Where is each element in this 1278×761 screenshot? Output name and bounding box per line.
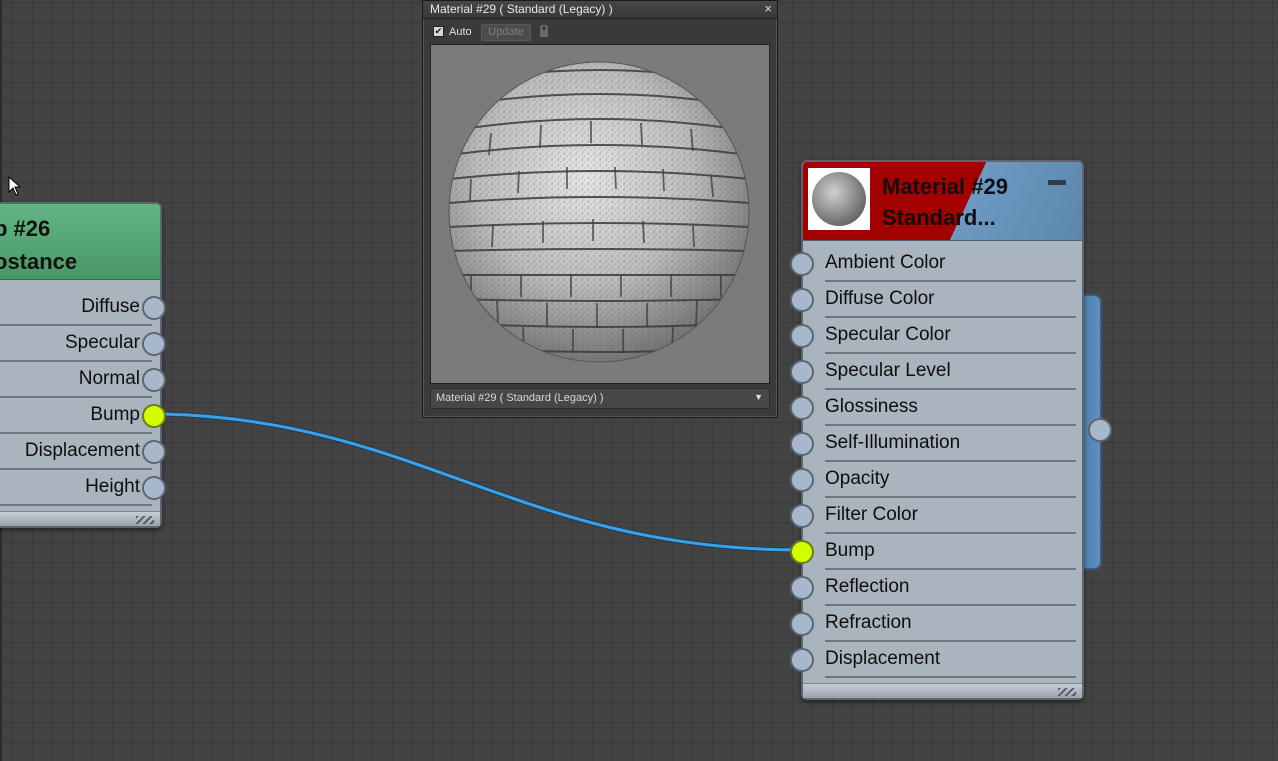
material-node-slot-row[interactable]: Reflection	[790, 570, 1082, 606]
material-node-slot-label: Self-Illumination	[825, 432, 961, 453]
material-preview-window[interactable]: Material #29 ( Standard (Legacy) ) × ✔ A…	[422, 0, 778, 418]
material-node-input-socket[interactable]	[790, 468, 814, 492]
material-node-slot-label: Specular Color	[825, 324, 951, 345]
material-node-input-socket[interactable]	[790, 540, 814, 564]
bitmap-node-input-socket[interactable]	[142, 368, 166, 392]
bitmap-node-slot-label: Normal	[78, 368, 140, 389]
preview-title: Material #29 ( Standard (Legacy) )	[430, 2, 613, 16]
material-node-slot-row[interactable]: Ambient Color	[790, 246, 1082, 282]
bitmap-node-input-socket[interactable]	[142, 296, 166, 320]
material-node-slot-row[interactable]: Opacity	[790, 462, 1082, 498]
material-node-input-socket[interactable]	[790, 360, 814, 384]
material-node-slot-row[interactable]: Diffuse Color	[790, 282, 1082, 318]
material-node-slot-label: Filter Color	[825, 504, 918, 525]
material-node-slot-row[interactable]: Displacement	[790, 642, 1082, 678]
bitmap-node-input-socket[interactable]	[142, 404, 166, 428]
material-node-slot-label: Reflection	[825, 576, 910, 597]
material-node-input-socket[interactable]	[790, 648, 814, 672]
bitmap-node-slot-label: Bump	[90, 404, 140, 425]
minimize-icon[interactable]	[1048, 180, 1066, 185]
material-node-slot-label: Opacity	[825, 468, 890, 489]
bitmap-node-slot-row[interactable]: Displacement	[0, 434, 166, 470]
bitmap-node-slot-row[interactable]: Diffuse	[0, 290, 166, 326]
bitmap-node-footer	[0, 511, 160, 526]
material-thumbnail	[808, 168, 870, 230]
material-node-slot-label: Diffuse Color	[825, 288, 935, 309]
bitmap-node-input-socket[interactable]	[142, 332, 166, 356]
bitmap-node-title-line1: p #26	[0, 216, 51, 241]
bitmap-node-title-line2: ostance	[0, 249, 78, 274]
material-node-header[interactable]: Material #29 Standard...	[803, 162, 1082, 241]
material-node-title-line1: Material #29	[882, 174, 1008, 199]
material-node-slot-row[interactable]: Specular Level	[790, 354, 1082, 390]
bitmap-node-slot-row[interactable]: Bump	[0, 398, 166, 434]
material-node-slot-label: Specular Level	[825, 360, 951, 381]
material-node-input-socket[interactable]	[790, 432, 814, 456]
bitmap-node-slot-row[interactable]: Height	[0, 470, 166, 506]
brick-sphere-preview	[448, 61, 750, 363]
preview-viewport[interactable]	[430, 44, 770, 384]
material-node-slot-row[interactable]: Self-Illumination	[790, 426, 1082, 462]
material-node-row-divider	[825, 676, 1076, 678]
bitmap-node-slot-row[interactable]: Specular	[0, 326, 166, 362]
auto-label: Auto	[449, 26, 472, 38]
bitmap-node-row-divider	[0, 504, 152, 506]
material-node-slot-label: Glossiness	[825, 396, 918, 417]
material-output-socket[interactable]	[1088, 418, 1112, 442]
lock-icon[interactable]	[540, 25, 548, 37]
bitmap-node-input-socket[interactable]	[142, 440, 166, 464]
preview-toolbar: ✔ Auto Update	[423, 19, 777, 43]
material-node-input-socket[interactable]	[790, 252, 814, 276]
material-dropdown[interactable]: Material #29 ( Standard (Legacy) ) ▼	[430, 388, 770, 409]
material-node-slot-row[interactable]: Glossiness	[790, 390, 1082, 426]
material-node-slot-row[interactable]: Specular Color	[790, 318, 1082, 354]
material-node-input-socket[interactable]	[790, 504, 814, 528]
material-node-slot-label: Refraction	[825, 612, 912, 633]
close-icon[interactable]: ×	[764, 1, 772, 17]
check-icon: ✔	[434, 26, 443, 36]
material-node-slot-row[interactable]: Refraction	[790, 606, 1082, 642]
bitmap-node[interactable]: p #26 ostance Diffuse Specular Normal Bump D…	[0, 202, 166, 528]
material-node-slot-row[interactable]: Bump	[790, 534, 1082, 570]
material-node-footer	[803, 683, 1082, 698]
update-button[interactable]: Update	[481, 24, 531, 41]
material-node-slot-label: Ambient Color	[825, 252, 946, 273]
auto-checkbox[interactable]: ✔	[433, 26, 444, 37]
bitmap-node-slot-label: Displacement	[24, 440, 140, 461]
material-dropdown-value: Material #29 ( Standard (Legacy) )	[436, 392, 604, 404]
mouse-cursor-icon	[8, 176, 22, 196]
material-node-title-line2: Standard...	[882, 205, 996, 230]
dropdown-arrow-icon[interactable]: ▼	[754, 392, 763, 402]
material-node-input-socket[interactable]	[790, 612, 814, 636]
bitmap-node-slot-label: Specular	[65, 332, 140, 353]
preview-titlebar[interactable]: Material #29 ( Standard (Legacy) ) ×	[423, 1, 777, 19]
resize-grip-icon[interactable]	[1058, 688, 1076, 696]
resize-grip-icon[interactable]	[136, 516, 154, 524]
material-node-input-socket[interactable]	[790, 576, 814, 600]
material-node[interactable]: Material #29 Standard... Ambient Color Di…	[790, 160, 1084, 700]
material-node-slot-label: Bump	[825, 540, 875, 561]
bitmap-node-slot-label: Diffuse	[81, 296, 140, 317]
material-node-input-socket[interactable]	[790, 324, 814, 348]
material-node-input-socket[interactable]	[790, 288, 814, 312]
material-node-input-socket[interactable]	[790, 396, 814, 420]
bitmap-node-header[interactable]: p #26 ostance	[0, 204, 160, 280]
bitmap-node-slot-row[interactable]: Normal	[0, 362, 166, 398]
material-node-slot-row[interactable]: Filter Color	[790, 498, 1082, 534]
bitmap-node-slot-label: Height	[85, 476, 140, 497]
bitmap-node-input-socket[interactable]	[142, 476, 166, 500]
material-node-slot-label: Displacement	[825, 648, 941, 669]
